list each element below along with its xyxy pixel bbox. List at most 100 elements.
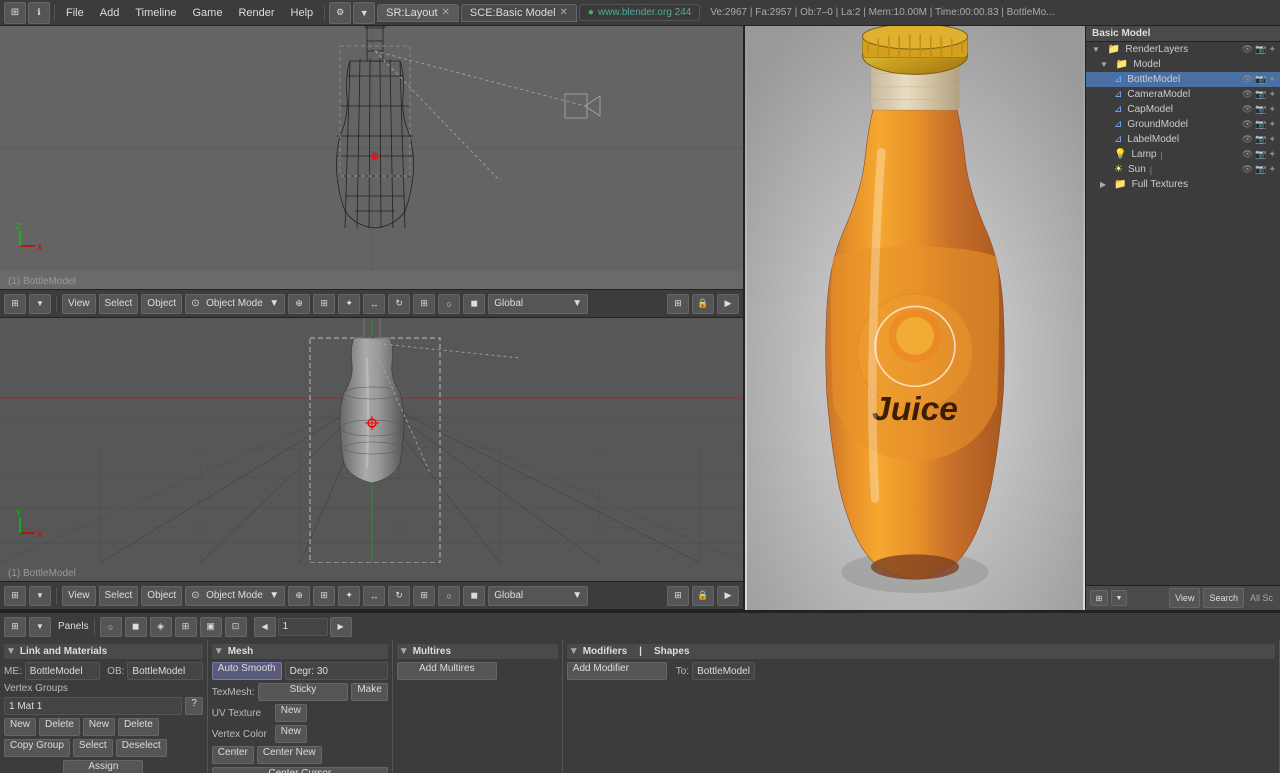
bottle-sel-icon[interactable]: ✦ xyxy=(1268,74,1276,85)
sticky-btn[interactable]: Sticky xyxy=(258,683,349,701)
viewport-top[interactable]: X Z (1) BottleModel ⊞ ▼ View Select Obje… xyxy=(0,26,743,318)
tab-sr-layout[interactable]: SR:Layout ✕ xyxy=(377,4,459,22)
mat-question-btn[interactable]: ? xyxy=(185,697,203,715)
vt-dropdown-icon[interactable]: ▼ xyxy=(29,294,51,314)
bottle-vis-icon[interactable]: 👁 xyxy=(1242,74,1253,85)
deselect-btn[interactable]: Deselect xyxy=(116,739,167,757)
tree-item-cameramodel[interactable]: ⊿ CameraModel 👁 📷 ✦ xyxy=(1086,87,1280,102)
panels-icon4[interactable]: ⊞ xyxy=(175,617,197,637)
tree-item-full-textures[interactable]: ▶ 📁 Full Textures xyxy=(1086,177,1280,192)
camera-render-icon[interactable]: 📷 xyxy=(1255,89,1266,100)
make-btn[interactable]: Make xyxy=(351,683,387,701)
uv-new-btn[interactable]: New xyxy=(275,704,307,722)
tab-sr-layout-close[interactable]: ✕ xyxy=(442,7,450,18)
tree-grid-icon[interactable]: ⊞ xyxy=(1090,590,1108,606)
vb-grid-icon[interactable]: ⊞ xyxy=(4,586,26,606)
auto-smooth-btn[interactable]: Auto Smooth xyxy=(212,662,282,680)
mat-value[interactable]: 1 Mat 1 xyxy=(4,697,182,715)
labelmodel-sel-icon[interactable]: ✦ xyxy=(1268,134,1276,145)
vb-lock-icon[interactable]: 🔒 xyxy=(692,586,714,606)
tree-item-bottlemodel[interactable]: ⊿ BottleModel 👁 📷 ✦ xyxy=(1086,72,1280,87)
tree-item-renderlayers[interactable]: ▼ 📁 RenderLayers 👁 📷 ✦ xyxy=(1086,42,1280,57)
ground-vis-icon[interactable]: 👁 xyxy=(1242,119,1253,130)
center-new-btn[interactable]: Center New xyxy=(257,746,322,764)
camera-sel-icon[interactable]: ✦ xyxy=(1268,89,1276,100)
labelmodel-vis-icon[interactable]: 👁 xyxy=(1242,134,1253,145)
view-btn-tree[interactable]: View xyxy=(1169,588,1200,608)
dropdown-icon[interactable]: ▼ xyxy=(353,2,375,24)
vb-view-btn[interactable]: View xyxy=(62,586,96,606)
ground-sel-icon[interactable]: ✦ xyxy=(1268,119,1276,130)
bottle-render-icon[interactable]: 📷 xyxy=(1255,74,1266,85)
search-btn-tree[interactable]: Search xyxy=(1203,588,1244,608)
page-next[interactable]: ▶ xyxy=(330,617,352,637)
center-cursor-btn[interactable]: Center Cursor xyxy=(212,767,388,773)
vb-manip-icon[interactable]: ↔ xyxy=(363,586,385,606)
vt-fill-icon[interactable]: ◼ xyxy=(463,294,485,314)
vb-more-icon[interactable]: ▶ xyxy=(717,586,739,606)
vb-view4-icon[interactable]: ✦ xyxy=(338,586,360,606)
lamp-vis-icon[interactable]: 👁 xyxy=(1242,149,1253,160)
vb-fill-icon[interactable]: ◼ xyxy=(463,586,485,606)
cap-sel-icon[interactable]: ✦ xyxy=(1268,104,1276,115)
menu-add[interactable]: Add xyxy=(93,5,127,21)
assign-btn[interactable]: Assign xyxy=(63,760,143,773)
center-btn[interactable]: Center xyxy=(212,746,254,764)
vt-lock-icon[interactable]: 🔒 xyxy=(692,294,714,314)
add-modifier-btn[interactable]: Add Modifier xyxy=(567,662,667,680)
render-icon[interactable]: 📷 xyxy=(1255,44,1266,55)
vb-grid2-icon[interactable]: ⊞ xyxy=(667,586,689,606)
cap-render-icon[interactable]: 📷 xyxy=(1255,104,1266,115)
new-btn[interactable]: New xyxy=(4,718,36,736)
vb-snap-icon[interactable]: ⊕ xyxy=(288,586,310,606)
vt-view4-icon[interactable]: ✦ xyxy=(338,294,360,314)
tab-sce-close[interactable]: ✕ xyxy=(560,7,568,18)
vb-global-dropdown[interactable]: Global ▼ xyxy=(488,586,588,606)
add-multires-btn[interactable]: Add Multires xyxy=(397,662,497,680)
sel-icon[interactable]: ✦ xyxy=(1268,44,1276,55)
me-value[interactable]: BottleModel xyxy=(25,662,100,680)
vt-more-icon[interactable]: ▶ xyxy=(717,294,739,314)
blender-icon[interactable]: ⊞ xyxy=(4,2,26,24)
sun-vis-icon[interactable]: 👁 xyxy=(1242,164,1253,175)
tree-item-capmodel[interactable]: ⊿ CapModel 👁 📷 ✦ xyxy=(1086,102,1280,117)
panels-icon2[interactable]: ◼ xyxy=(125,617,147,637)
viewport-bottom[interactable]: X Y (1) BottleModel ⊞ ▼ View Select Obje… xyxy=(0,318,743,610)
settings-icon[interactable]: ⚙ xyxy=(329,2,351,24)
tab-sce-basic-model[interactable]: SCE:Basic Model ✕ xyxy=(461,4,577,22)
vt-select-btn[interactable]: Select xyxy=(99,294,139,314)
copy-group-btn[interactable]: Copy Group xyxy=(4,739,70,757)
page-prev[interactable]: ◀ xyxy=(254,617,276,637)
vb-mode-dropdown[interactable]: ⊙ Object Mode ▼ xyxy=(185,586,285,606)
info-icon[interactable]: ℹ xyxy=(28,2,50,24)
menu-render[interactable]: Render xyxy=(231,5,281,21)
vt-grid-icon[interactable]: ⊞ xyxy=(4,294,26,314)
sun-render-icon[interactable]: 📷 xyxy=(1255,164,1266,175)
panels-dropdown-icon[interactable]: ▼ xyxy=(29,617,51,637)
lamp-render-icon[interactable]: 📷 xyxy=(1255,149,1266,160)
vt-object-btn[interactable]: Object xyxy=(141,294,182,314)
vt-view-btn[interactable]: View xyxy=(62,294,96,314)
vb-circle-icon[interactable]: ○ xyxy=(438,586,460,606)
ob-value[interactable]: BottleModel xyxy=(127,662,202,680)
vt-scale-icon[interactable]: ⊞ xyxy=(413,294,435,314)
tree-item-groundmodel[interactable]: ⊿ GroundModel 👁 📷 ✦ xyxy=(1086,117,1280,132)
lamp-sel-icon[interactable]: ✦ xyxy=(1268,149,1276,160)
vt-grid2-icon[interactable]: ⊞ xyxy=(667,294,689,314)
delete2-btn[interactable]: Delete xyxy=(118,718,159,736)
tree-item-model[interactable]: ▼ 📁 Model xyxy=(1086,57,1280,72)
vb-scale-icon[interactable]: ⊞ xyxy=(413,586,435,606)
vis-icon[interactable]: 👁 xyxy=(1242,44,1253,55)
select-btn[interactable]: Select xyxy=(73,739,113,757)
vb-dropdown-icon[interactable]: ▼ xyxy=(29,586,51,606)
vt-mode-dropdown[interactable]: ⊙ Object Mode ▼ xyxy=(185,294,285,314)
tree-item-sun[interactable]: ☀ Sun | 👁 📷 ✦ xyxy=(1086,162,1280,177)
camera-vis-icon[interactable]: 👁 xyxy=(1242,89,1253,100)
labelmodel-render-icon[interactable]: 📷 xyxy=(1255,134,1266,145)
cap-vis-icon[interactable]: 👁 xyxy=(1242,104,1253,115)
vb-view3-icon[interactable]: ⊞ xyxy=(313,586,335,606)
vb-object-btn[interactable]: Object xyxy=(141,586,182,606)
menu-file[interactable]: File xyxy=(59,5,91,21)
menu-help[interactable]: Help xyxy=(284,5,321,21)
vb-rotate-icon[interactable]: ↻ xyxy=(388,586,410,606)
